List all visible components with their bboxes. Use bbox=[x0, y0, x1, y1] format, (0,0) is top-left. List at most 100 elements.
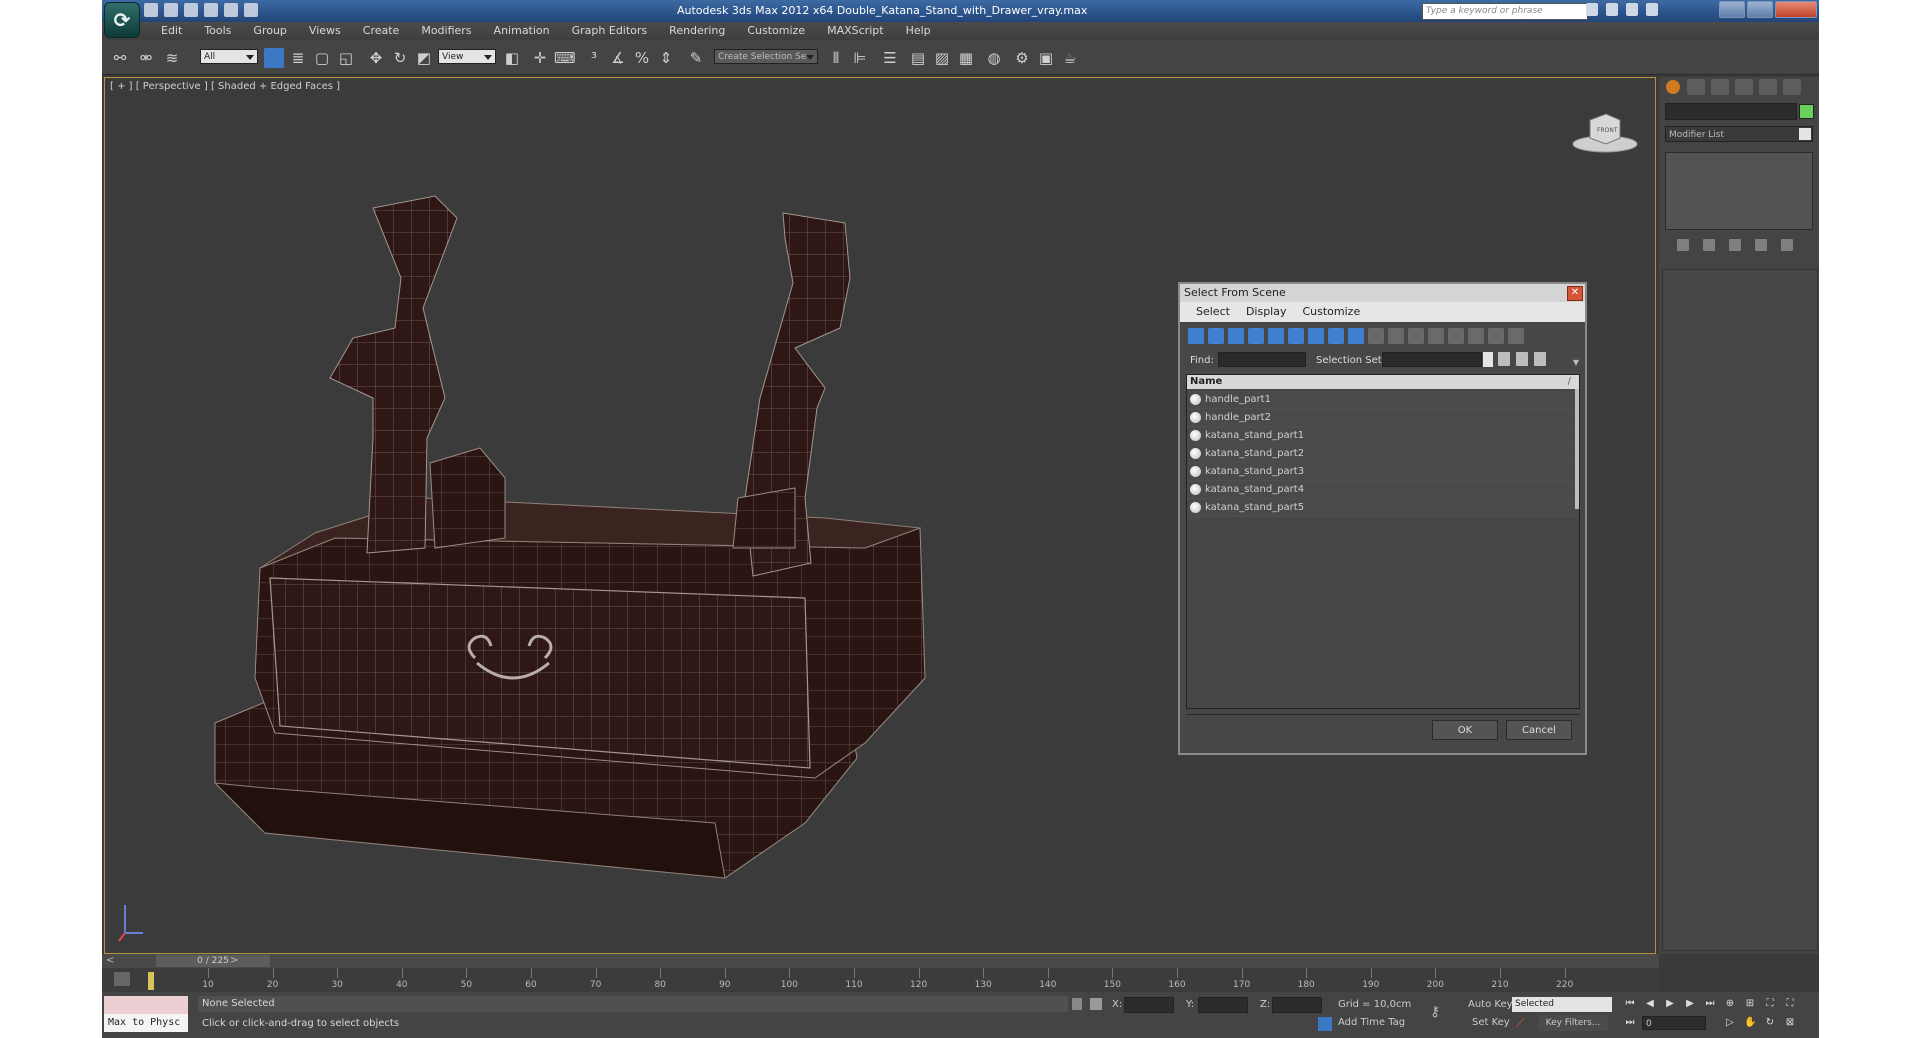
redo-icon[interactable] bbox=[224, 3, 238, 17]
list-item[interactable]: handle_part2 bbox=[1187, 409, 1579, 427]
material-editor-icon[interactable]: ◍ bbox=[984, 48, 1004, 68]
menu-views[interactable]: Views bbox=[298, 22, 352, 40]
next-frame-icon[interactable]: ▶ bbox=[1684, 998, 1696, 1010]
hierarchy-tab-icon[interactable] bbox=[1711, 79, 1729, 95]
menu-modifiers[interactable]: Modifiers bbox=[410, 22, 482, 40]
list-item[interactable]: handle_part1 bbox=[1187, 391, 1579, 409]
cancel-button[interactable]: Cancel bbox=[1506, 720, 1572, 740]
configure-sets-icon[interactable] bbox=[1781, 239, 1793, 251]
y-coordinate-field[interactable] bbox=[1198, 997, 1248, 1013]
previous-frame-icon[interactable]: ◀ bbox=[1644, 998, 1656, 1010]
viewcube[interactable]: FRONT bbox=[1570, 108, 1640, 154]
angle-snap-icon[interactable]: ∡ bbox=[608, 48, 628, 68]
select-invert-icon[interactable] bbox=[1468, 328, 1484, 344]
set-key-icon[interactable]: ⚷ bbox=[1430, 1004, 1450, 1020]
render-production-icon[interactable]: ☕ bbox=[1060, 48, 1080, 68]
schematic-view-icon[interactable]: ▦ bbox=[956, 48, 976, 68]
select-all-icon[interactable] bbox=[1428, 328, 1444, 344]
display-helpers-icon[interactable] bbox=[1268, 328, 1284, 344]
time-tag-icon[interactable] bbox=[1318, 1017, 1332, 1031]
menu-help[interactable]: Help bbox=[895, 22, 942, 40]
new-file-icon[interactable] bbox=[144, 3, 158, 17]
pivot-center-icon[interactable]: ◧ bbox=[502, 48, 522, 68]
filter-icon[interactable] bbox=[1508, 328, 1524, 344]
display-groups-icon[interactable] bbox=[1308, 328, 1324, 344]
utilities-tab-icon[interactable] bbox=[1783, 79, 1801, 95]
modifier-stack[interactable] bbox=[1665, 152, 1813, 230]
menu-customize[interactable]: Customize bbox=[736, 22, 816, 40]
scale-icon[interactable]: ◩ bbox=[414, 48, 434, 68]
unlink-icon[interactable]: ⚮ bbox=[136, 48, 156, 68]
key-mode-toggle-icon[interactable]: ⟋ bbox=[1516, 1016, 1524, 1031]
percent-snap-icon[interactable]: % bbox=[632, 48, 652, 68]
maximize-viewport-icon[interactable]: ⊠ bbox=[1784, 1017, 1796, 1029]
selection-set-dropdown[interactable] bbox=[1483, 352, 1493, 367]
create-tab-icon[interactable] bbox=[1666, 80, 1680, 94]
zoom-icon[interactable]: ⊕ bbox=[1724, 998, 1736, 1010]
reference-coordinate-dropdown[interactable]: View bbox=[438, 49, 496, 64]
show-end-result-icon[interactable] bbox=[1703, 239, 1715, 251]
save-file-icon[interactable] bbox=[184, 3, 198, 17]
display-cameras-icon[interactable] bbox=[1248, 328, 1264, 344]
selection-set-input[interactable] bbox=[1382, 352, 1482, 367]
zoom-extents-icon[interactable]: ⛶ bbox=[1764, 998, 1776, 1010]
display-tab-icon[interactable] bbox=[1759, 79, 1777, 95]
open-file-icon[interactable] bbox=[164, 3, 178, 17]
close-button[interactable] bbox=[1775, 1, 1817, 18]
display-lights-icon[interactable] bbox=[1228, 328, 1244, 344]
find-input[interactable] bbox=[1218, 352, 1306, 367]
sync-selection-icon[interactable] bbox=[1488, 328, 1504, 344]
display-geometry-icon[interactable] bbox=[1188, 328, 1204, 344]
object-list[interactable]: Name handle_part1 handle_part2 katana_st… bbox=[1186, 374, 1580, 709]
project-folder-icon[interactable] bbox=[244, 3, 258, 17]
menu-maxscript[interactable]: MAXScript bbox=[816, 22, 894, 40]
binoculars-icon[interactable] bbox=[1586, 3, 1598, 16]
pan-icon[interactable]: ✋ bbox=[1744, 1017, 1756, 1029]
rendered-frame-window-icon[interactable]: ▣ bbox=[1036, 48, 1056, 68]
absolute-mode-icon[interactable] bbox=[1090, 998, 1102, 1010]
make-unique-icon[interactable] bbox=[1729, 239, 1741, 251]
set-key-button[interactable]: Set Key bbox=[1472, 1017, 1510, 1028]
modifier-list-dropdown[interactable]: Modifier List bbox=[1665, 126, 1813, 142]
key-mode-dropdown[interactable]: Selected bbox=[1512, 997, 1612, 1012]
modify-tab-icon[interactable] bbox=[1687, 79, 1705, 95]
search-input[interactable]: Type a keyword or phrase bbox=[1422, 3, 1588, 20]
object-color-swatch[interactable] bbox=[1799, 104, 1814, 119]
maxscript-listener-output[interactable] bbox=[104, 996, 188, 1014]
auto-key-button[interactable]: Auto Key bbox=[1468, 999, 1513, 1010]
menu-tools[interactable]: Tools bbox=[193, 22, 242, 40]
bind-space-warp-icon[interactable]: ≋ bbox=[162, 48, 182, 68]
rectangular-region-icon[interactable]: ▢ bbox=[312, 48, 332, 68]
menu-animation[interactable]: Animation bbox=[483, 22, 561, 40]
named-selection-dropdown[interactable]: Create Selection Se bbox=[714, 49, 818, 64]
track-bar[interactable]: 10 20 30 40 50 60 70 80 90 100 110 120 130 140 150 160 1… bbox=[102, 968, 1659, 992]
menu-graph-editors[interactable]: Graph Editors bbox=[561, 22, 659, 40]
list-item[interactable]: katana_stand_part3 bbox=[1187, 463, 1579, 481]
go-to-start-icon[interactable]: ⏮ bbox=[1624, 998, 1636, 1010]
display-space-warps-icon[interactable] bbox=[1288, 328, 1304, 344]
list-item[interactable]: katana_stand_part4 bbox=[1187, 481, 1579, 499]
selection-filter-dropdown[interactable]: All bbox=[200, 49, 258, 64]
dialog-title[interactable]: Select From Scene bbox=[1180, 284, 1585, 302]
time-prev-arrow[interactable]: < bbox=[106, 955, 114, 966]
edit-selection-set-icon[interactable] bbox=[1516, 352, 1528, 366]
select-none-icon[interactable] bbox=[1448, 328, 1464, 344]
options-expand-icon[interactable]: ▼ bbox=[1573, 358, 1579, 367]
dialog-close-button[interactable]: ✕ bbox=[1567, 286, 1583, 301]
list-item[interactable]: katana_stand_part1 bbox=[1187, 427, 1579, 445]
invert-display-icon[interactable] bbox=[1408, 328, 1424, 344]
remove-modifier-icon[interactable] bbox=[1755, 239, 1767, 251]
snaps-toggle-icon[interactable]: ³ bbox=[584, 48, 604, 68]
select-by-name-icon[interactable]: ≣ bbox=[288, 48, 308, 68]
time-slider[interactable]: 0 / 225 bbox=[156, 955, 270, 967]
go-to-end-icon[interactable]: ⏭ bbox=[1704, 998, 1716, 1010]
pin-stack-icon[interactable] bbox=[1677, 239, 1689, 251]
lock-selection-icon[interactable] bbox=[1072, 998, 1082, 1010]
align-icon[interactable]: ⊫ bbox=[850, 48, 870, 68]
menu-rendering[interactable]: Rendering bbox=[658, 22, 736, 40]
add-selection-set-icon[interactable] bbox=[1498, 352, 1510, 366]
display-bones-icon[interactable] bbox=[1348, 328, 1364, 344]
orbit-icon[interactable]: ↻ bbox=[1764, 1017, 1776, 1029]
render-setup-icon[interactable]: ⚙ bbox=[1012, 48, 1032, 68]
zoom-extents-all-icon[interactable]: ⛶ bbox=[1784, 998, 1796, 1010]
